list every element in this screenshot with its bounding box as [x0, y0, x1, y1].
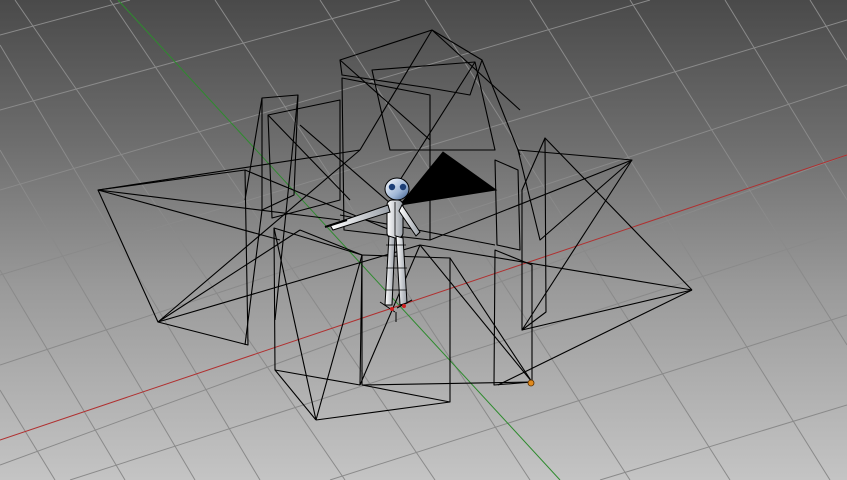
- y-axis-line: [117, 0, 561, 480]
- rig-right-leg[interactable]: [395, 235, 408, 306]
- spotlight-cone[interactable]: [398, 151, 498, 206]
- rig-left-leg[interactable]: [384, 235, 396, 306]
- viewport-canvas[interactable]: [0, 0, 847, 480]
- object-origin-dot[interactable]: [527, 379, 535, 387]
- 3d-viewport[interactable]: [0, 0, 847, 480]
- floor-grid: [0, 0, 847, 480]
